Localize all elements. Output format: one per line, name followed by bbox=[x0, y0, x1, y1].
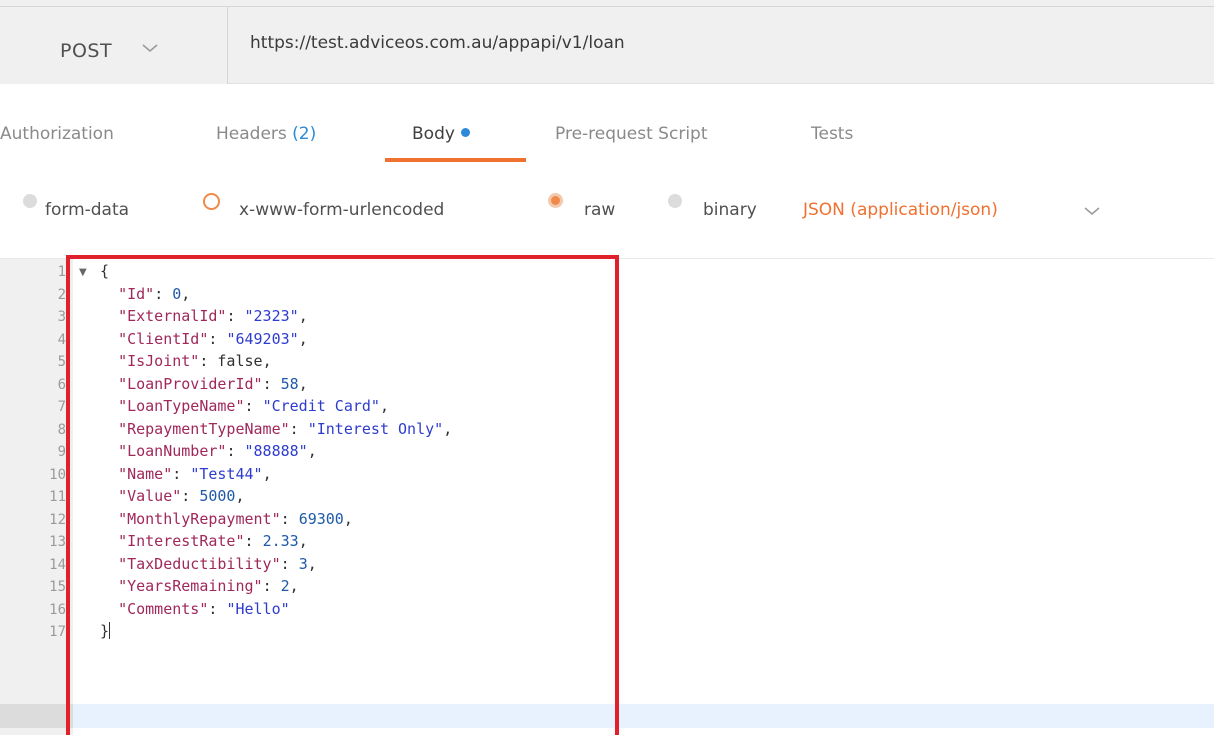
tab-headers[interactable]: Headers (2) bbox=[216, 124, 316, 144]
tab-authorization[interactable]: Authorization bbox=[0, 124, 114, 144]
line-number: 14 bbox=[49, 556, 66, 573]
radio-raw[interactable] bbox=[548, 193, 563, 208]
line-number: 8 bbox=[57, 421, 66, 438]
url-input[interactable]: https://test.adviceos.com.au/appapi/v1/l… bbox=[250, 33, 625, 53]
line-number: 16 bbox=[49, 601, 66, 618]
line-number: 11 bbox=[49, 489, 66, 505]
active-tab-indicator bbox=[385, 158, 526, 162]
line-number: 4 bbox=[57, 331, 66, 348]
raw-label[interactable]: raw bbox=[584, 200, 615, 220]
line-number: 13 bbox=[49, 534, 66, 550]
tab-label: Tests bbox=[811, 124, 854, 144]
line-number: 17 bbox=[49, 624, 66, 640]
method-label: POST bbox=[60, 40, 113, 62]
line-number: 12 bbox=[49, 511, 66, 528]
chevron-down-icon bbox=[142, 44, 158, 53]
radio-binary[interactable] bbox=[668, 194, 682, 208]
line-number: 9 bbox=[57, 444, 66, 460]
request-bar: POST https://test.adviceos.com.au/appapi… bbox=[0, 0, 1214, 84]
tab-label: Authorization bbox=[0, 124, 114, 144]
form-data-label[interactable]: form-data bbox=[45, 200, 129, 220]
tab-label: Pre-request Script bbox=[555, 124, 708, 144]
tab-label: Body bbox=[412, 124, 455, 144]
line-number: 3 bbox=[57, 309, 66, 325]
request-tabs: Authorization Headers (2) Body Pre-reque… bbox=[0, 84, 1214, 168]
binary-label[interactable]: binary bbox=[703, 200, 757, 220]
tab-label: Headers bbox=[216, 124, 287, 144]
line-number: 1 bbox=[57, 264, 66, 280]
header-count-badge: (2) bbox=[292, 124, 317, 144]
tab-pre-request-script[interactable]: Pre-request Script bbox=[555, 124, 708, 144]
annotation-highlight-box bbox=[66, 255, 619, 735]
line-number: 5 bbox=[57, 354, 66, 370]
tab-tests[interactable]: Tests bbox=[811, 124, 853, 144]
radio-urlencoded[interactable] bbox=[203, 193, 220, 210]
tab-body[interactable]: Body bbox=[412, 124, 470, 144]
line-number: 2 bbox=[57, 286, 66, 303]
modified-dot-icon bbox=[460, 128, 470, 137]
line-number: 7 bbox=[57, 399, 66, 415]
method-select[interactable]: POST bbox=[0, 6, 228, 84]
line-number: 10 bbox=[49, 466, 66, 483]
content-type-select[interactable]: JSON (application/json) bbox=[803, 200, 998, 220]
active-line-gutter bbox=[0, 704, 73, 728]
chevron-down-icon[interactable] bbox=[1083, 204, 1101, 218]
divider bbox=[228, 6, 1214, 7]
line-number: 6 bbox=[57, 376, 66, 393]
urlencoded-label[interactable]: x-www-form-urlencoded bbox=[239, 200, 444, 220]
radio-form-data[interactable] bbox=[23, 194, 37, 208]
line-number: 15 bbox=[49, 579, 66, 595]
